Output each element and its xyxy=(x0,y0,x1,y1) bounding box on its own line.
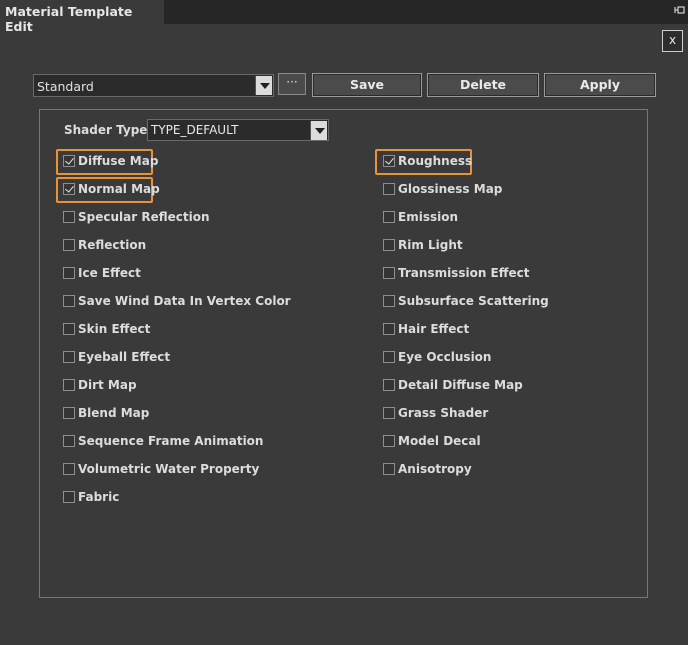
option-row[interactable]: Glossiness Map xyxy=(383,179,502,199)
option-row[interactable]: Emission xyxy=(383,207,458,227)
option-label: Diffuse Map xyxy=(78,154,159,168)
option-row[interactable]: Specular Reflection xyxy=(63,207,210,227)
option-row[interactable]: Blend Map xyxy=(63,403,149,423)
tab-bar: Material Template Edit xyxy=(0,0,688,34)
close-icon: x xyxy=(668,33,677,47)
option-row[interactable]: Subsurface Scattering xyxy=(383,291,549,311)
option-label: Blend Map xyxy=(78,406,150,420)
option-row[interactable]: Diffuse Map xyxy=(63,151,158,171)
checkbox[interactable] xyxy=(63,463,75,475)
option-row[interactable]: Skin Effect xyxy=(63,319,150,339)
option-label: Model Decal xyxy=(398,434,481,448)
more-options-button[interactable]: ··· xyxy=(278,73,306,95)
checkbox[interactable] xyxy=(383,379,395,391)
chevron-down-icon[interactable] xyxy=(310,121,327,140)
option-row[interactable]: Transmission Effect xyxy=(383,263,529,283)
option-label: Sequence Frame Animation xyxy=(78,434,264,448)
option-label: Normal Map xyxy=(78,182,160,196)
option-label: Detail Diffuse Map xyxy=(398,378,523,392)
option-row[interactable]: Save Wind Data In Vertex Color xyxy=(63,291,291,311)
checkbox[interactable] xyxy=(383,295,395,307)
checkbox[interactable] xyxy=(63,407,75,419)
option-row[interactable]: Detail Diffuse Map xyxy=(383,375,523,395)
checkbox[interactable] xyxy=(63,295,75,307)
apply-button[interactable]: Apply xyxy=(544,73,656,97)
option-label: Grass Shader xyxy=(398,406,489,420)
option-row[interactable]: Roughness xyxy=(383,151,472,171)
checkbox[interactable] xyxy=(63,435,75,447)
checkbox[interactable] xyxy=(383,323,395,335)
checkbox[interactable] xyxy=(383,155,395,167)
option-row[interactable]: Volumetric Water Property xyxy=(63,459,259,479)
checkbox[interactable] xyxy=(383,211,395,223)
checkbox[interactable] xyxy=(63,267,75,279)
option-label: Reflection xyxy=(78,238,147,252)
option-label: Rim Light xyxy=(398,238,463,252)
option-row[interactable]: Model Decal xyxy=(383,431,481,451)
preset-value: Standard xyxy=(37,79,94,94)
preset-select[interactable]: Standard xyxy=(33,74,274,97)
window-title: Material Template Edit xyxy=(5,4,133,34)
option-label: Volumetric Water Property xyxy=(78,462,260,476)
option-label: Fabric xyxy=(78,490,120,504)
option-row[interactable]: Anisotropy xyxy=(383,459,472,479)
option-row[interactable]: Sequence Frame Animation xyxy=(63,431,263,451)
option-row[interactable]: Eyeball Effect xyxy=(63,347,170,367)
option-label: Hair Effect xyxy=(398,322,470,336)
shader-type-select[interactable]: TYPE_DEFAULT xyxy=(147,119,329,141)
delete-button[interactable]: Delete xyxy=(427,73,539,97)
shader-type-value: TYPE_DEFAULT xyxy=(151,123,239,137)
option-label: Anisotropy xyxy=(398,462,472,476)
option-label: Transmission Effect xyxy=(398,266,530,280)
checkbox[interactable] xyxy=(63,379,75,391)
option-label: Roughness xyxy=(398,154,473,168)
option-label: Save Wind Data In Vertex Color xyxy=(78,294,291,308)
chevron-down-icon[interactable] xyxy=(255,76,272,95)
checkbox[interactable] xyxy=(63,239,75,251)
save-button[interactable]: Save xyxy=(312,73,422,97)
option-label: Specular Reflection xyxy=(78,210,210,224)
checkbox[interactable] xyxy=(63,351,75,363)
checkbox[interactable] xyxy=(63,183,75,195)
checkbox[interactable] xyxy=(63,211,75,223)
checkbox[interactable] xyxy=(63,155,75,167)
toolbar: Standard ··· Save Delete Apply xyxy=(33,73,656,97)
option-row[interactable]: Reflection xyxy=(63,235,146,255)
option-row[interactable]: Hair Effect xyxy=(383,319,469,339)
option-row[interactable]: Fabric xyxy=(63,487,119,507)
window-tab[interactable]: Material Template Edit xyxy=(0,0,164,34)
option-label: Glossiness Map xyxy=(398,182,503,196)
checkbox[interactable] xyxy=(383,435,395,447)
option-row[interactable]: Eye Occlusion xyxy=(383,347,491,367)
option-label: Ice Effect xyxy=(78,266,141,280)
checkbox[interactable] xyxy=(383,351,395,363)
option-label: Eye Occlusion xyxy=(398,350,492,364)
option-row[interactable]: Dirt Map xyxy=(63,375,137,395)
checkbox[interactable] xyxy=(383,407,395,419)
checkbox[interactable] xyxy=(63,491,75,503)
option-label: Emission xyxy=(398,210,458,224)
checkbox[interactable] xyxy=(383,267,395,279)
option-row[interactable]: Grass Shader xyxy=(383,403,488,423)
checkbox[interactable] xyxy=(383,239,395,251)
option-label: Dirt Map xyxy=(78,378,137,392)
option-row[interactable]: Rim Light xyxy=(383,235,463,255)
option-row[interactable]: Normal Map xyxy=(63,179,160,199)
checkbox[interactable] xyxy=(63,323,75,335)
option-label: Eyeball Effect xyxy=(78,350,171,364)
close-button[interactable]: x xyxy=(662,30,683,52)
shader-type-label: Shader Type: xyxy=(64,123,153,137)
checkbox[interactable] xyxy=(383,463,395,475)
option-label: Subsurface Scattering xyxy=(398,294,549,308)
option-row[interactable]: Ice Effect xyxy=(63,263,141,283)
option-label: Skin Effect xyxy=(78,322,151,336)
pin-icon[interactable] xyxy=(674,5,686,17)
checkbox[interactable] xyxy=(383,183,395,195)
